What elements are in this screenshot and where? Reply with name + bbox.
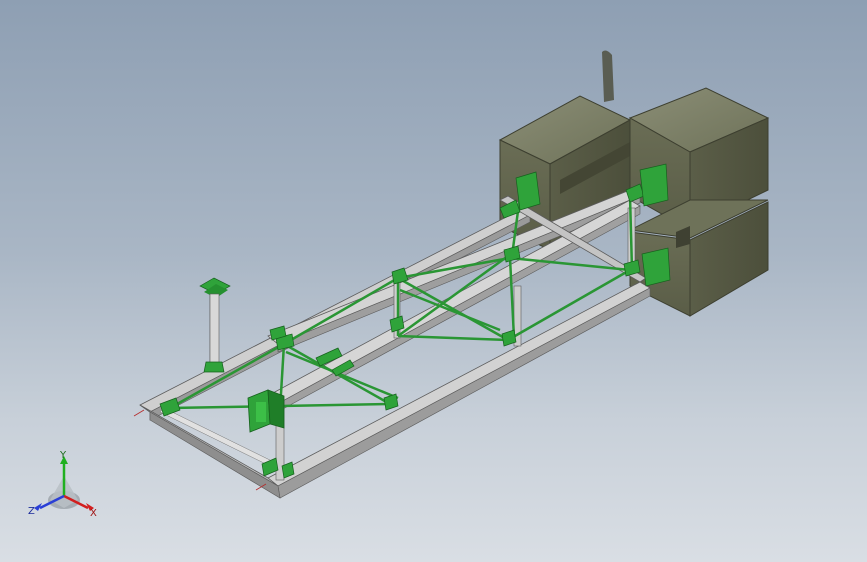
vertical-pipe [602,50,614,102]
truss-assembly-model[interactable] [0,0,867,562]
motor-mount[interactable] [247,389,285,433]
pedestal-support[interactable] [199,277,231,373]
y-axis-label: Y [59,450,67,461]
truss-frame[interactable] [133,163,671,499]
x-axis-label: X [90,508,97,519]
orientation-triad[interactable]: Y X Z [24,448,104,524]
z-axis-label: Z [28,506,35,517]
cad-viewport[interactable]: Y X Z [0,0,867,562]
